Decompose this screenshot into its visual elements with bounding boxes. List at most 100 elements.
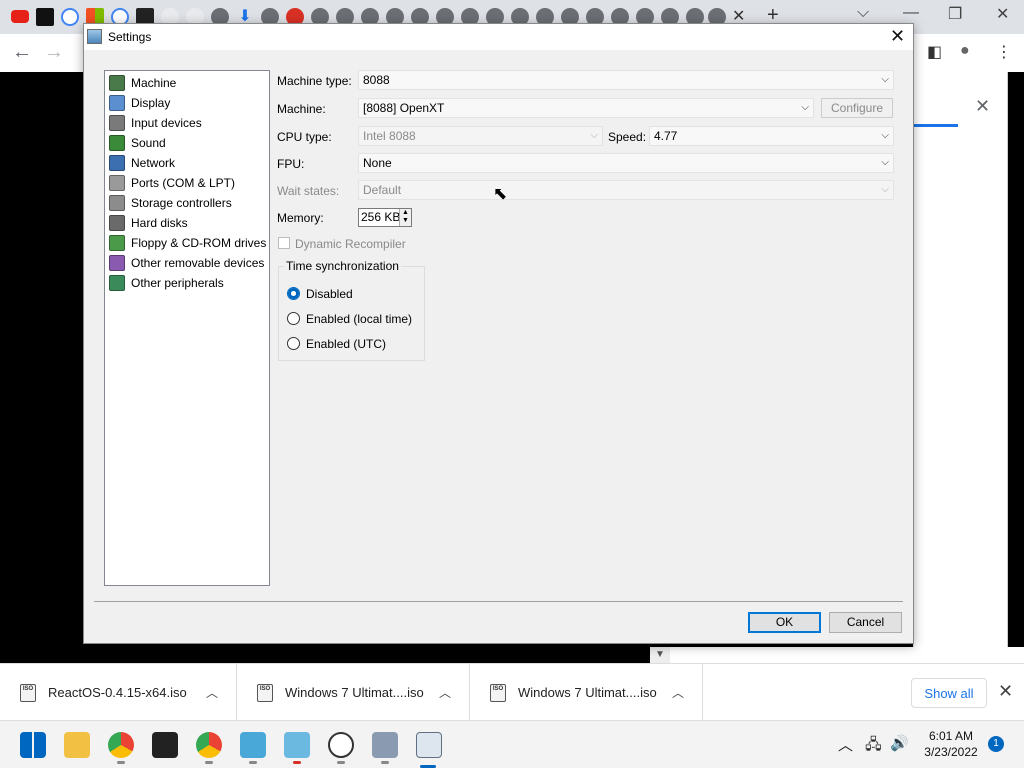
cancel-button[interactable]: Cancel	[829, 612, 902, 633]
time-sync-disabled-radio[interactable]	[287, 287, 300, 300]
category-item[interactable]: Network	[105, 153, 269, 173]
category-item[interactable]: Other peripherals	[105, 273, 269, 293]
machine-type-label: Machine type:	[277, 74, 352, 88]
floppy-cdrom-icon	[109, 235, 125, 251]
iso-file-icon: ISO	[490, 683, 506, 702]
clock-date: 3/23/2022	[924, 745, 978, 759]
running-indicator	[381, 761, 389, 764]
time-sync-utc-label: Enabled (UTC)	[306, 337, 387, 351]
download-bar-close-icon[interactable]: ✕	[998, 681, 1013, 702]
tray-overflow-chevron-icon[interactable]: ︿	[838, 734, 853, 755]
chevron-up-icon[interactable]: ︿	[439, 684, 451, 701]
cpu-type-select[interactable]: Intel 8088 ⌵	[358, 126, 603, 146]
forward-arrow-icon[interactable]: →	[44, 41, 64, 64]
speed-select[interactable]: 4.77 ⌵	[649, 126, 894, 146]
chevron-down-icon: ⌵	[881, 184, 889, 195]
file-explorer-icon[interactable]	[64, 732, 90, 758]
cpu-type-value: Intel 8088	[363, 129, 416, 143]
spin-down-icon[interactable]: ▼	[400, 217, 411, 225]
display-icon	[109, 95, 125, 111]
dynamic-recompiler-label: Dynamic Recompiler	[295, 237, 406, 251]
time-sync-local-radio[interactable]	[287, 312, 300, 325]
volume-icon[interactable]: 🔊	[890, 734, 909, 752]
chrome-icon[interactable]	[108, 732, 134, 758]
category-item[interactable]: Input devices	[105, 113, 269, 133]
category-label: Other removable devices	[131, 256, 265, 270]
ok-button[interactable]: OK	[748, 612, 821, 633]
category-item[interactable]: Storage controllers	[105, 193, 269, 213]
restore-icon[interactable]: ❐	[948, 4, 962, 24]
sound-icon	[109, 135, 125, 151]
category-label: Floppy & CD-ROM drives	[131, 236, 267, 250]
network-icon	[109, 155, 125, 171]
memory-spin-buttons[interactable]: ▲ ▼	[399, 209, 411, 226]
dialog-close-icon[interactable]: ✕	[890, 26, 905, 47]
chrome-canary-icon[interactable]	[196, 732, 222, 758]
fpu-select[interactable]: None ⌵	[358, 153, 894, 173]
google-tab-icon[interactable]	[61, 8, 79, 26]
category-item[interactable]: Display	[105, 93, 269, 113]
running-indicator	[205, 761, 213, 764]
dialog-titlebar[interactable]: Settings ✕	[84, 24, 913, 50]
youtube-tab-icon[interactable]	[11, 10, 29, 23]
configure-button[interactable]: Configure	[821, 98, 893, 118]
installer-app-icon[interactable]	[372, 732, 398, 758]
settings-category-list: Machine Display Input devices Sound Network P…	[104, 70, 270, 586]
download-item[interactable]: ISO Windows 7 Ultimat....iso ︿	[470, 664, 703, 721]
system-clock[interactable]: 6:01 AM 3/23/2022	[918, 728, 984, 760]
app-tab-icon[interactable]	[36, 8, 54, 26]
wait-states-value: Default	[363, 183, 402, 197]
peripherals-icon	[109, 275, 125, 291]
machine-type-select[interactable]: 8088 ⌵	[358, 70, 894, 90]
time-sync-utc-radio[interactable]	[287, 337, 300, 350]
machine-select[interactable]: [8088] OpenXT ⌵	[358, 98, 814, 118]
machine-label: Machine:	[277, 102, 326, 116]
back-arrow-icon[interactable]: ←	[12, 41, 32, 64]
dynamic-recompiler-checkbox[interactable]	[278, 237, 290, 249]
profile-avatar-icon[interactable]: ●	[960, 42, 970, 60]
app-icon[interactable]	[240, 732, 266, 758]
fpu-value: None	[363, 156, 392, 170]
spin-up-icon[interactable]: ▲	[400, 209, 411, 217]
scroll-down-arrow-icon[interactable]: ▼	[650, 647, 670, 663]
tab-search-chevron-icon[interactable]: ⌵	[857, 4, 869, 22]
monitor-app-icon[interactable]	[284, 732, 310, 758]
memory-label: Memory:	[277, 211, 324, 225]
category-item[interactable]: Floppy & CD-ROM drives	[105, 233, 269, 253]
memory-spinbox[interactable]: 256 KB ▲ ▼	[358, 208, 412, 227]
emulator-app-icon[interactable]	[416, 732, 442, 758]
chevron-up-icon[interactable]: ︿	[206, 684, 218, 701]
windows-start-icon[interactable]	[20, 732, 46, 758]
wait-states-select[interactable]: Default ⌵	[358, 180, 894, 200]
category-item[interactable]: Other removable devices	[105, 253, 269, 273]
dialog-title: Settings	[108, 30, 152, 44]
window-close-icon[interactable]: ✕	[996, 4, 1009, 24]
store-icon[interactable]	[152, 732, 178, 758]
settings-window-icon	[87, 29, 102, 44]
show-all-downloads-button[interactable]: Show all	[911, 678, 987, 708]
speed-label: Speed:	[608, 130, 647, 144]
category-item[interactable]: Sound	[105, 133, 269, 153]
download-item[interactable]: ISO ReactOS-0.4.15-x64.iso ︿	[0, 664, 237, 721]
category-item[interactable]: Machine	[105, 73, 269, 93]
hard-disk-icon	[109, 215, 125, 231]
notification-badge[interactable]: 1	[988, 736, 1004, 752]
cpu-type-label: CPU type:	[277, 130, 332, 144]
chevron-down-icon: ⌵	[881, 130, 889, 141]
dialog-separator	[94, 601, 903, 602]
download-item[interactable]: ISO Windows 7 Ultimat....iso ︿	[237, 664, 470, 721]
speed-value: 4.77	[654, 129, 678, 143]
side-panel-icon[interactable]: ◧	[927, 42, 942, 62]
side-panel-close-icon[interactable]: ✕	[975, 96, 990, 117]
memory-value: 256 KB	[361, 210, 401, 224]
category-item[interactable]: Ports (COM & LPT)	[105, 173, 269, 193]
network-icon[interactable]: 🖧	[865, 734, 882, 759]
category-label: Ports (COM & LPT)	[131, 176, 236, 190]
chevron-up-icon[interactable]: ︿	[672, 684, 684, 701]
running-indicator	[293, 761, 301, 764]
minimize-icon[interactable]: —	[903, 4, 919, 22]
clock-app-icon[interactable]	[328, 732, 354, 758]
machine-icon	[109, 75, 125, 91]
kebab-menu-icon[interactable]: ⋮	[996, 42, 1012, 62]
category-item[interactable]: Hard disks	[105, 213, 269, 233]
